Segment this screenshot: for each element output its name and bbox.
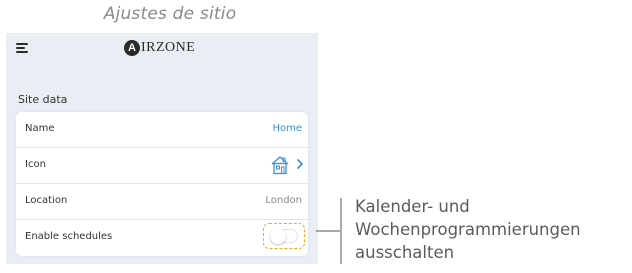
- airzone-logo: A IRZONE: [124, 37, 195, 59]
- row-location[interactable]: Location London: [16, 184, 308, 220]
- row-label: Location: [25, 195, 68, 206]
- enable-schedules-toggle[interactable]: [270, 228, 298, 244]
- logo-initial: A: [124, 40, 140, 56]
- section-title: Site data: [18, 93, 68, 106]
- app-screen: A IRZONE Site data Name Home Icon Locati…: [6, 33, 318, 264]
- house-icon: [271, 156, 289, 175]
- page-caption: Ajustes de sitio: [103, 4, 237, 24]
- toggle-highlight-box: [263, 223, 305, 249]
- callout-line: ausschalten: [355, 243, 455, 262]
- site-data-card: Name Home Icon Location London Enable sc…: [16, 112, 308, 256]
- top-bar: A IRZONE: [6, 33, 318, 63]
- toggle-knob[interactable]: [270, 228, 286, 244]
- name-value: Home: [272, 123, 302, 134]
- row-name[interactable]: Name Home: [16, 112, 308, 148]
- callout-text: Kalender- und Wochenprogrammierungen aus…: [355, 195, 632, 264]
- row-label: Name: [25, 123, 55, 134]
- row-label: Icon: [25, 159, 46, 170]
- location-value: London: [265, 195, 302, 206]
- menu-icon[interactable]: [16, 43, 28, 53]
- chevron-right-icon[interactable]: [296, 158, 304, 170]
- row-label: Enable schedules: [25, 231, 113, 242]
- callout-line: Kalender- und: [355, 197, 470, 216]
- callout-line: Wochenprogrammierungen: [355, 220, 581, 239]
- row-icon[interactable]: Icon: [16, 148, 308, 184]
- row-enable-schedules: Enable schedules: [16, 220, 308, 256]
- callout-connector: [316, 198, 342, 264]
- logo-text: IRZONE: [141, 40, 196, 55]
